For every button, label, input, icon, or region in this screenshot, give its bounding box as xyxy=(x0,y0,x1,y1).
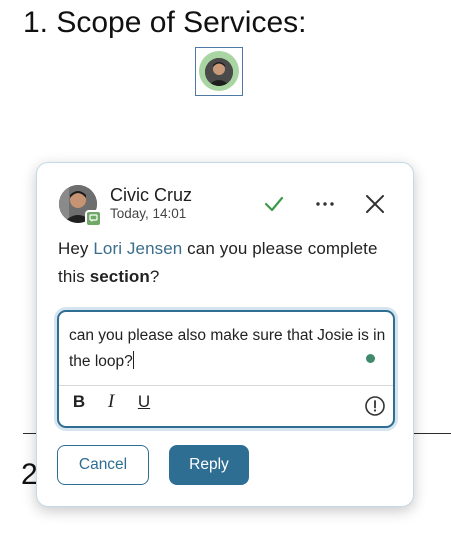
comment-timestamp: Today, 14:01 xyxy=(110,206,187,221)
comment-card: Civic Cruz Today, 14:01 Hey Lori Jensen … xyxy=(36,162,414,507)
underline-button[interactable]: U xyxy=(134,392,154,412)
bold-button[interactable]: B xyxy=(69,392,89,412)
close-icon xyxy=(366,195,384,213)
comment-text-prefix: Hey xyxy=(58,239,94,258)
more-options-button[interactable] xyxy=(312,192,338,216)
comment-anchor-avatar[interactable] xyxy=(195,47,243,96)
comment-text-bold: section xyxy=(89,267,150,286)
author-name: Civic Cruz xyxy=(110,185,193,205)
user-mention[interactable]: Lori Jensen xyxy=(93,239,182,258)
presence-indicator xyxy=(366,354,375,363)
comment-body: Hey Lori Jensen can you please complete … xyxy=(58,235,388,291)
reply-input[interactable]: can you please also make sure that Josie… xyxy=(69,323,387,375)
document-heading: 1. Scope of Services: xyxy=(23,6,307,39)
toolbar-divider xyxy=(59,385,393,386)
more-icon xyxy=(316,202,334,206)
reply-input-text: can you please also make sure that Josie… xyxy=(69,327,386,370)
check-icon xyxy=(264,196,284,212)
close-button[interactable] xyxy=(362,191,388,217)
info-icon[interactable] xyxy=(364,395,386,417)
comment-text-suffix: ? xyxy=(149,267,160,286)
avatar-photo xyxy=(205,58,233,86)
reply-button[interactable]: Reply xyxy=(169,445,249,485)
comment-badge-icon xyxy=(85,210,102,227)
cancel-button[interactable]: Cancel xyxy=(57,445,149,485)
text-caret xyxy=(132,351,134,369)
reply-editor[interactable]: can you please also make sure that Josie… xyxy=(57,310,395,428)
resolve-button[interactable] xyxy=(261,192,287,216)
italic-button[interactable]: I xyxy=(101,391,121,413)
